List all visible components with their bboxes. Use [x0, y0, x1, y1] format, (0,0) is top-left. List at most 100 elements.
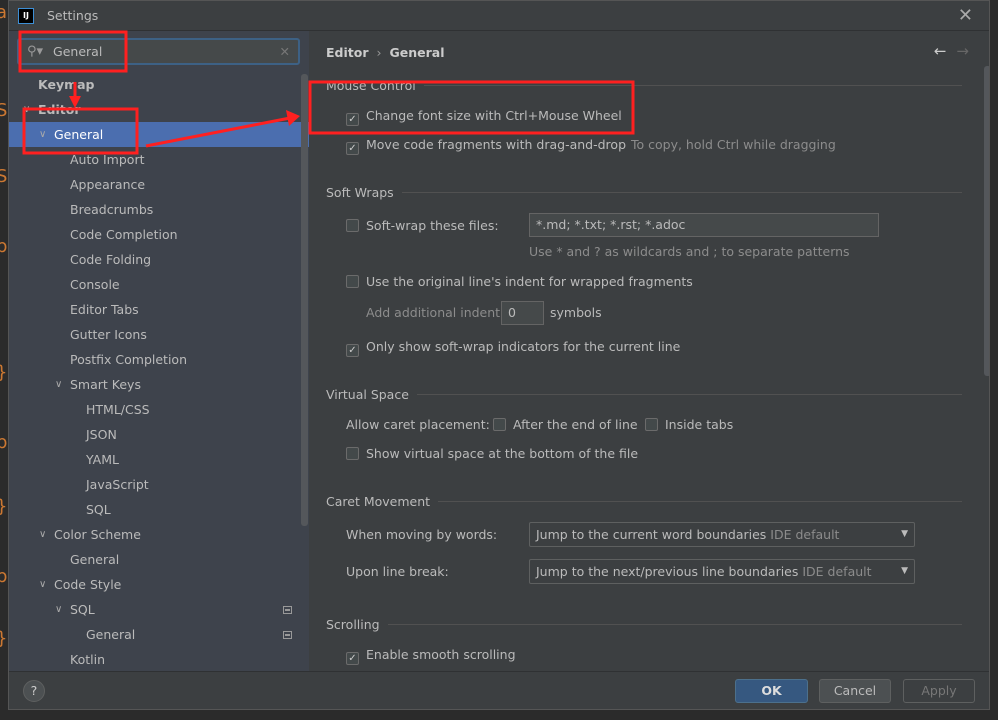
tree-item-label: Breadcrumbs [70, 202, 154, 217]
line-break-dropdown[interactable]: Jump to the next/previous line boundarie… [529, 559, 915, 584]
tree-item-label: Appearance [70, 177, 146, 192]
section-scrolling: Scrolling [326, 617, 962, 632]
tree-item-label: Postfix Completion [70, 352, 187, 367]
tree-item-label: General [70, 552, 120, 567]
symbols-label: symbols [550, 305, 602, 320]
tree-item-kotlin[interactable]: Kotlin [9, 647, 309, 671]
section-virtual-space: Virtual Space [326, 387, 962, 402]
tree-item-label: Auto Import [70, 152, 145, 167]
tree-item-postfix-completion[interactable]: Postfix Completion [9, 347, 309, 372]
search-input[interactable]: ⚲▾ General ✕ [17, 38, 300, 65]
tree-item-console[interactable]: Console [9, 272, 309, 297]
soft-wrap-hint: Use * and ? as wildcards and ; to separa… [529, 244, 850, 259]
title-bar: IJ Settings ✕ [9, 1, 989, 31]
tree-item-label: Smart Keys [70, 377, 141, 392]
tree-item-label: YAML [86, 452, 119, 467]
clear-search-icon[interactable]: ✕ [280, 44, 290, 59]
search-value: General [53, 44, 103, 59]
tree-item-keymap[interactable]: Keymap [9, 72, 309, 97]
tree-item-code-completion[interactable]: Code Completion [9, 222, 309, 247]
tree-item-html-css[interactable]: HTML/CSS [9, 397, 309, 422]
soft-wrap-patterns-input[interactable]: *.md; *.txt; *.rst; *.adoc [529, 213, 879, 237]
tree-item-label: SQL [86, 502, 111, 517]
tree-item-editor-tabs[interactable]: Editor Tabs [9, 297, 309, 322]
dropdown-arrow-icon: ▼ [901, 566, 908, 576]
only-current-checkbox[interactable]: ✓ Only show soft-wrap indicators for the … [346, 339, 680, 357]
tree-item-label: JavaScript [86, 477, 149, 492]
tree-item-label: Color Scheme [54, 527, 141, 542]
chevron-down-icon[interactable]: ∨ [23, 97, 30, 122]
tree-item-yaml[interactable]: YAML [9, 447, 309, 472]
moving-words-dropdown[interactable]: Jump to the current word boundaries IDE … [529, 522, 915, 547]
settings-dialog: IJ Settings ✕ ⚲▾ General ✕ Keymap ∨ Editor… [8, 0, 990, 710]
tree-item-code-style[interactable]: ∨ Code Style [9, 572, 309, 597]
tree-item-color-scheme[interactable]: ∨ Color Scheme [9, 522, 309, 547]
tree-item-sql[interactable]: ∨ SQL [9, 597, 309, 622]
tree-item-gutter-icons[interactable]: Gutter Icons [9, 322, 309, 347]
tree-item-editor[interactable]: ∨ Editor [9, 97, 309, 122]
tree-item-label: Editor Tabs [70, 302, 139, 317]
apply-button[interactable]: Apply [903, 679, 975, 703]
tree-item-javascript[interactable]: JavaScript [9, 472, 309, 497]
search-icon: ⚲▾ [27, 44, 44, 59]
tree-item-json[interactable]: JSON [9, 422, 309, 447]
settings-content: Editor › General ← → Mouse Control ✓ Change … [309, 31, 989, 671]
tree-item-general[interactable]: General [9, 547, 309, 572]
tree-item-label: Console [70, 277, 120, 292]
move-code-hint: To copy, hold Ctrl while dragging [631, 137, 836, 152]
show-bottom-checkbox[interactable]: Show virtual space at the bottom of the … [346, 446, 638, 461]
back-arrow-icon[interactable]: ← [934, 42, 947, 60]
section-soft-wraps: Soft Wraps [326, 185, 962, 200]
window-title: Settings [47, 8, 99, 23]
close-icon[interactable]: ✕ [958, 5, 973, 26]
section-caret-movement: Caret Movement [326, 494, 962, 509]
chevron-down-icon[interactable]: ∨ [39, 122, 46, 147]
additional-indent-label: Add additional indent: [366, 305, 505, 320]
move-code-checkbox[interactable]: ✓ Move code fragments with drag-and-drop [346, 137, 626, 155]
tree-item-breadcrumbs[interactable]: Breadcrumbs [9, 197, 309, 222]
cancel-button[interactable]: Cancel [819, 679, 891, 703]
breadcrumb-parent[interactable]: Editor [326, 45, 369, 60]
line-break-label: Upon line break: [346, 564, 449, 579]
tree-item-code-folding[interactable]: Code Folding [9, 247, 309, 272]
tree-item-general[interactable]: ∨ General [9, 122, 309, 147]
chevron-down-icon[interactable]: ∨ [55, 597, 62, 622]
breadcrumb-current: General [389, 45, 445, 60]
tree-item-label: Kotlin [70, 652, 105, 667]
tree-item-smart-keys[interactable]: ∨ Smart Keys [9, 372, 309, 397]
original-indent-checkbox[interactable]: Use the original line's indent for wrapp… [346, 274, 693, 289]
tree-item-appearance[interactable]: Appearance [9, 172, 309, 197]
breadcrumb: Editor › General [326, 45, 445, 60]
tree-item-label: Code Folding [70, 252, 152, 267]
tree-item-label: Gutter Icons [70, 327, 147, 342]
soft-wrap-checkbox[interactable]: Soft-wrap these files: [346, 218, 499, 233]
smooth-scrolling-checkbox[interactable]: ✓ Enable smooth scrolling [346, 647, 516, 665]
forward-arrow-icon[interactable]: → [956, 42, 969, 60]
content-scrollbar[interactable] [984, 66, 989, 376]
tree-item-label: Code Completion [70, 227, 178, 242]
chevron-down-icon[interactable]: ∨ [39, 522, 46, 547]
tree-item-auto-import[interactable]: Auto Import [9, 147, 309, 172]
dialog-footer: ? OK Cancel Apply [9, 671, 989, 710]
change-font-checkbox[interactable]: ✓ Change font size with Ctrl+Mouse Wheel [346, 108, 622, 126]
tree-item-label: General [54, 127, 104, 142]
settings-sidebar: ⚲▾ General ✕ Keymap ∨ Editor ∨ General Auto I… [9, 31, 309, 671]
tree-item-label: Code Style [54, 577, 122, 592]
tree-item-label: Keymap [38, 77, 95, 92]
chevron-down-icon[interactable]: ∨ [39, 572, 46, 597]
after-end-checkbox[interactable]: After the end of line [493, 417, 638, 432]
help-button[interactable]: ? [23, 680, 45, 702]
dropdown-arrow-icon: ▼ [901, 529, 908, 539]
sidebar-scrollbar[interactable] [301, 74, 308, 526]
chevron-down-icon[interactable]: ∨ [55, 372, 62, 397]
tree-item-label: SQL [70, 602, 95, 617]
tree-item-label: General [86, 627, 136, 642]
inside-tabs-checkbox[interactable]: Inside tabs [645, 417, 733, 432]
breadcrumb-separator-icon: › [376, 45, 382, 60]
tree-item-label: Editor [38, 102, 81, 117]
tree-item-sql[interactable]: SQL [9, 497, 309, 522]
tree-item-general[interactable]: General [9, 622, 309, 647]
moving-words-label: When moving by words: [346, 527, 498, 542]
ok-button[interactable]: OK [735, 679, 808, 703]
additional-indent-input[interactable]: 0 [501, 301, 544, 325]
